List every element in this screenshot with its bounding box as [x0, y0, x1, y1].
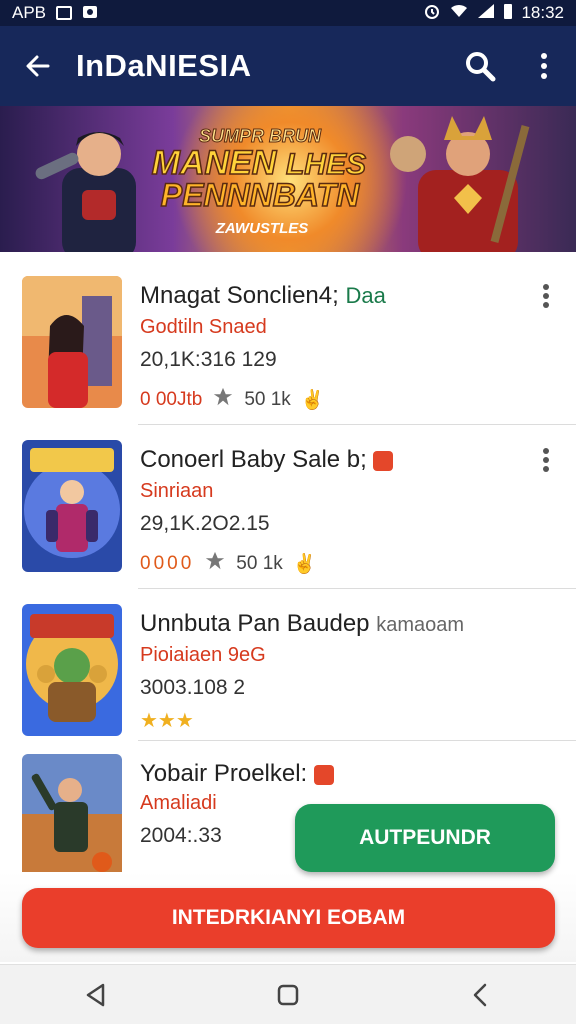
game-tag: Daa: [345, 283, 386, 308]
list-item[interactable]: Conoerl Baby Sale b; Sinriaan 29,1K.2O2.…: [0, 426, 576, 590]
game-developer: Godtiln Snaed: [140, 316, 267, 338]
game-rating-prefix: 0 00Jtb: [140, 389, 203, 410]
arrow-left-icon: [26, 55, 50, 77]
game-stats: 29,1K.2O2.15: [140, 512, 270, 535]
search-button[interactable]: [448, 26, 512, 106]
carrier-label: APB: [12, 3, 47, 22]
system-nav-bar: [0, 964, 576, 1024]
badge-icon: [313, 764, 334, 785]
more-vert-icon: [543, 448, 549, 472]
game-title: Conoerl Baby Sale b;: [140, 446, 367, 473]
banner-logo: SUMPR BRUN MANEN LHES PENNNBATN: [151, 126, 367, 214]
item-more-button[interactable]: [534, 440, 558, 480]
game-title: Yobair Proelkel:: [140, 760, 308, 787]
nav-home-button[interactable]: [258, 965, 318, 1025]
game-developer: Amaliadi: [140, 792, 217, 814]
chevron-left-icon: [473, 983, 487, 1006]
game-title: Unnbuta Pan Baudep: [140, 610, 370, 637]
page-title: InDaNIESIA: [76, 48, 252, 83]
nav-back-button[interactable]: [66, 965, 126, 1025]
square-home-icon: [277, 984, 299, 1005]
star-icon: [204, 550, 226, 578]
hero-character-right: [390, 116, 530, 252]
divider: [138, 740, 576, 741]
game-developer: Pioiaiaen 9eG: [140, 644, 266, 666]
promo-banner[interactable]: SUMPR BRUN MANEN LHES PENNNBATN ZAWUSTLE…: [0, 106, 576, 252]
cta-button[interactable]: INTEDRKIANYI EOBAM: [22, 888, 555, 948]
game-rating-prefix: ★★★: [140, 710, 194, 732]
app-bar: InDaNIESIA: [0, 26, 576, 106]
thumb-up-icon: ✌: [300, 390, 325, 411]
game-title: Mnagat Sonclien4;: [140, 282, 339, 309]
game-stats: 3003.108 2: [140, 676, 246, 699]
install-button[interactable]: AUTPEUNDR: [295, 804, 555, 872]
notification-icon: [56, 6, 73, 20]
banner-subtitle: ZAWUSTLES: [215, 220, 309, 237]
signal-icon: [477, 3, 495, 24]
nav-recents-button[interactable]: [450, 965, 510, 1025]
star-icon: [212, 386, 234, 414]
item-more-button[interactable]: [534, 276, 558, 316]
list-item[interactable]: Mnagat Sonclien4; Daa Godtiln Snaed 20,1…: [0, 262, 576, 426]
game-rating-prefix: 0000: [140, 553, 195, 574]
banner-title-line1: SUMPR BRUN: [199, 126, 322, 146]
game-rating: 50 1k: [236, 553, 283, 574]
badge-icon: [373, 450, 394, 471]
game-thumbnail: [22, 276, 122, 408]
wifi-icon: [449, 3, 469, 24]
game-rating: 50 1k: [244, 389, 291, 410]
game-developer: Sinriaan: [140, 480, 214, 502]
game-stats: 2004:.33: [140, 824, 222, 847]
list-item[interactable]: Unnbuta Pan Baudep kamaoam Pioiaiaen 9eG…: [0, 590, 576, 754]
status-bar: APB 18:32: [0, 0, 576, 26]
clock-label: 18:32: [521, 3, 564, 22]
game-thumbnail: [22, 754, 122, 886]
battery-icon: [503, 2, 513, 25]
banner-title-line4: PENNNBATN: [161, 177, 360, 213]
search-icon: [466, 52, 496, 82]
divider: [138, 588, 576, 589]
app-notification-icon: [82, 3, 98, 24]
back-button[interactable]: [0, 26, 76, 106]
triangle-back-icon: [86, 983, 105, 1006]
game-stats: 20,1K:316 129: [140, 348, 277, 371]
game-tag: kamaoam: [376, 614, 465, 636]
divider: [138, 424, 576, 425]
more-vert-icon: [543, 284, 549, 308]
overflow-menu-button[interactable]: [512, 26, 576, 106]
alarm-icon: [423, 2, 441, 25]
thumb-up-icon: ✌: [292, 554, 317, 575]
game-thumbnail: [22, 604, 122, 736]
game-thumbnail: [22, 440, 122, 572]
more-vert-icon: [541, 53, 547, 79]
